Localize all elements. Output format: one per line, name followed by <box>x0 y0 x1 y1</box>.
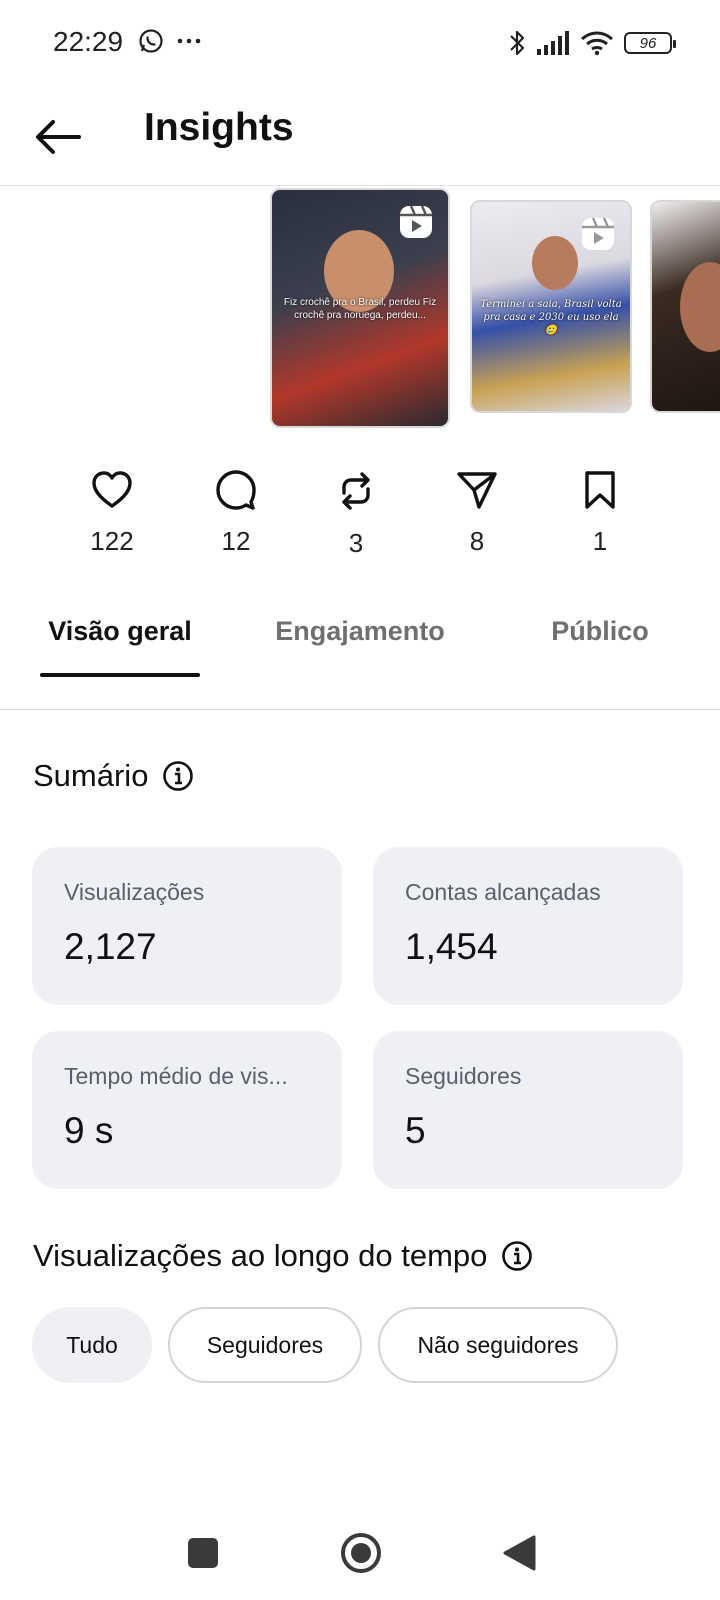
filter-chip-non-followers[interactable]: Não seguidores <box>378 1307 618 1383</box>
views-over-time-title: Visualizações ao longo do tempo <box>33 1238 488 1273</box>
reels-carousel: Fiz crochê pra o Brasil, perdeu Fiz croc… <box>0 187 720 437</box>
comments-count: 12 <box>221 526 251 556</box>
filter-chip-all[interactable]: Tudo <box>32 1307 152 1383</box>
info-icon[interactable] <box>501 1240 533 1272</box>
shares-stat: 8 <box>427 470 527 557</box>
reel-thumbnail[interactable] <box>650 200 720 413</box>
nav-back-button[interactable] <box>502 1534 536 1572</box>
followers-value: 5 <box>405 1110 426 1151</box>
home-button[interactable] <box>340 1532 382 1574</box>
filter-chip-followers[interactable]: Seguidores <box>168 1307 362 1383</box>
summary-title: Sumário <box>33 758 149 793</box>
header: Insights <box>0 90 720 186</box>
likes-stat: 122 <box>62 470 162 557</box>
followers-card[interactable]: Seguidores 5 <box>373 1031 683 1189</box>
views-label: Visualizações <box>64 879 205 905</box>
whatsapp-icon <box>139 29 163 53</box>
tab-overview[interactable]: Visão geral <box>40 614 200 648</box>
reel-thumbnail[interactable]: Fiz crochê pra o Brasil, perdeu Fiz croc… <box>270 188 450 428</box>
summary-section-title: Sumário <box>33 758 194 794</box>
reposts-stat: 3 <box>306 470 406 559</box>
reel-caption: Fiz crochê pra o Brasil, perdeu Fiz croc… <box>283 297 437 321</box>
thumbnail-image <box>680 262 720 352</box>
reels-icon <box>582 217 614 250</box>
avg-watch-time-label: Tempo médio de vis... <box>64 1063 288 1089</box>
wifi-icon <box>581 31 613 56</box>
more-icon <box>177 38 201 44</box>
avg-watch-time-value: 9 s <box>64 1110 114 1151</box>
recents-button[interactable] <box>188 1538 218 1568</box>
views-value: 2,127 <box>64 926 157 967</box>
info-icon[interactable] <box>162 760 194 792</box>
followers-label: Seguidores <box>405 1063 522 1089</box>
shares-count: 8 <box>469 526 485 556</box>
bluetooth-icon <box>510 30 525 56</box>
accounts-reached-card[interactable]: Contas alcançadas 1,454 <box>373 847 683 1005</box>
signal-icon <box>537 31 569 55</box>
status-right-icons: 96 <box>508 28 676 58</box>
status-time: 22:29 <box>53 26 124 57</box>
page-title: Insights <box>144 106 294 149</box>
system-nav-bar <box>0 1500 720 1600</box>
insights-tabs: Visão geral Engajamento Público <box>0 600 720 710</box>
comments-stat: 12 <box>186 470 286 557</box>
arrow-left-icon <box>36 120 81 154</box>
reposts-count: 3 <box>348 528 364 558</box>
likes-count: 122 <box>90 526 134 556</box>
bookmark-icon <box>585 471 615 509</box>
heart-icon <box>92 471 132 508</box>
reels-icon <box>400 205 432 238</box>
status-left-icons <box>138 28 202 54</box>
thumbnail-image <box>532 236 578 290</box>
reel-caption: Terminei a saia, Brasil volta pra casa e… <box>480 299 622 336</box>
battery-level: 96 <box>639 34 657 52</box>
tab-audience[interactable]: Público <box>530 614 670 648</box>
battery-icon: 96 <box>624 32 676 54</box>
share-icon <box>457 472 497 509</box>
accounts-reached-value: 1,454 <box>405 926 498 967</box>
back-button[interactable] <box>30 110 84 164</box>
stats-row: 122 12 3 8 1 <box>0 470 720 570</box>
saves-count: 1 <box>592 526 608 556</box>
views-card[interactable]: Visualizações 2,127 <box>32 847 342 1005</box>
saves-stat: 1 <box>550 470 650 557</box>
views-over-time-section-title: Visualizações ao longo do tempo <box>33 1238 533 1274</box>
reel-thumbnail[interactable]: Terminei a saia, Brasil volta pra casa e… <box>470 200 632 413</box>
avg-watch-time-card[interactable]: Tempo médio de vis... 9 s <box>32 1031 342 1189</box>
tab-engagement[interactable]: Engajamento <box>270 614 450 648</box>
accounts-reached-label: Contas alcançadas <box>405 879 601 905</box>
comment-icon <box>216 470 256 510</box>
repost-icon <box>342 472 370 510</box>
active-tab-indicator <box>40 673 200 677</box>
status-bar: 22:29 96 <box>0 0 720 90</box>
